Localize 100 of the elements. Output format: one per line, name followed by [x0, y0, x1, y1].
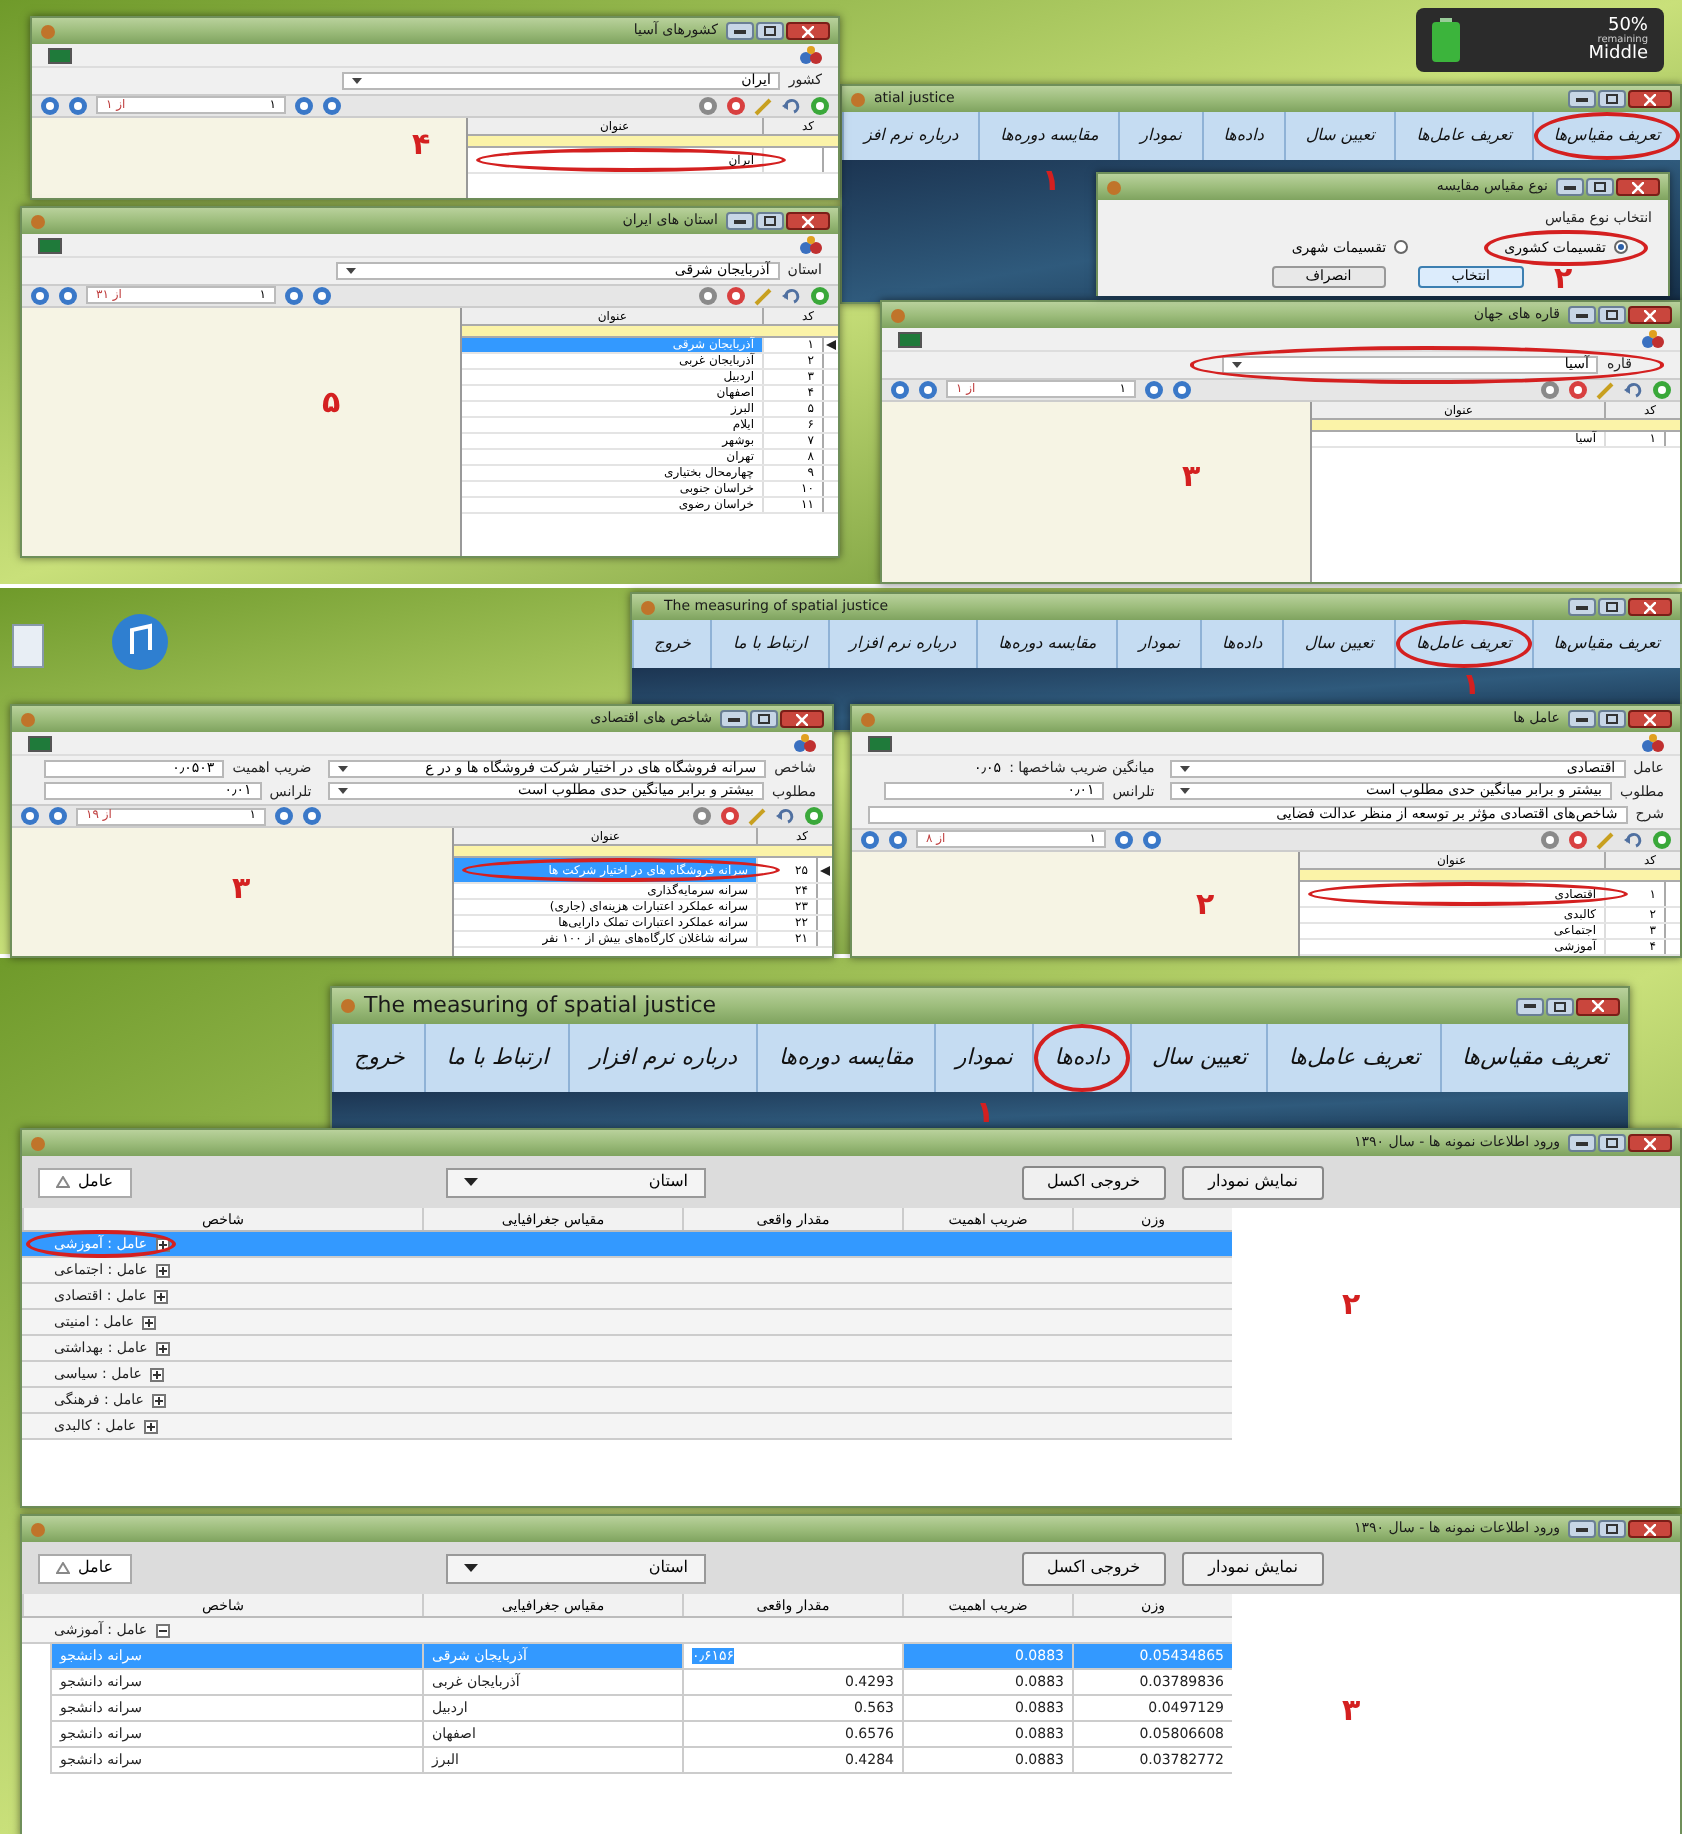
minimize-button[interactable]: [1568, 90, 1596, 108]
radio-button[interactable]: [1614, 240, 1628, 255]
menu-item[interactable]: داده‌ها: [1032, 1024, 1130, 1092]
collapse-icon[interactable]: [155, 1623, 170, 1637]
maximize-button[interactable]: [756, 22, 784, 40]
menu-item[interactable]: مقایسه دوره‌ها: [756, 1024, 934, 1092]
group-chip[interactable]: عامل: [38, 1553, 132, 1583]
menu-item[interactable]: مقایسه دوره‌ها: [976, 620, 1117, 668]
maximize-button[interactable]: [1598, 598, 1626, 616]
menu-item[interactable]: خروج: [332, 1024, 425, 1092]
maximize-button[interactable]: [1598, 90, 1626, 108]
flag-icon[interactable]: [48, 47, 72, 63]
toolbar-button[interactable]: نمایش نمودار: [1182, 1165, 1324, 1199]
close-button[interactable]: [1616, 178, 1660, 196]
menu-item[interactable]: درباره نرم افزار: [568, 1024, 757, 1092]
window-title: The measuring of spatial justice: [364, 989, 719, 1022]
maximize-icon: [1606, 1138, 1618, 1148]
toolbar-button[interactable]: خروجی اکسل: [1021, 1165, 1167, 1199]
menu-item[interactable]: داده‌ها: [1201, 112, 1284, 160]
close-button[interactable]: [1628, 598, 1672, 616]
flag-icon[interactable]: [38, 237, 62, 253]
minimize-button[interactable]: [726, 22, 754, 40]
menu-item[interactable]: ارتباط با ما: [710, 620, 828, 668]
menu-item[interactable]: تعریف عامل‌ها: [1266, 1024, 1440, 1092]
menu-item[interactable]: نمودار: [1116, 620, 1200, 668]
maximize-button[interactable]: [1598, 306, 1626, 324]
close-button[interactable]: [1576, 997, 1620, 1015]
minimize-button[interactable]: [720, 710, 748, 728]
minimize-button[interactable]: [1568, 710, 1596, 728]
minimize-button[interactable]: [726, 212, 754, 230]
close-button[interactable]: [1628, 710, 1672, 728]
expand-icon[interactable]: [142, 1315, 157, 1329]
expand-icon[interactable]: [155, 1341, 170, 1355]
annotation-number: ۳: [1342, 1696, 1361, 1726]
pencil-icon: [1596, 829, 1616, 849]
caret-icon: [464, 1564, 479, 1572]
menu-item[interactable]: تعریف عامل‌ها: [1393, 620, 1532, 668]
menu-item[interactable]: درباره نرم افزار: [827, 620, 977, 668]
maximize-button[interactable]: [1598, 1134, 1626, 1152]
caret-icon: [337, 788, 348, 795]
close-button[interactable]: [780, 710, 824, 728]
close-button[interactable]: [786, 212, 830, 230]
menu-item[interactable]: ارتباط با ما: [424, 1024, 569, 1092]
minimize-button[interactable]: [1568, 1134, 1596, 1152]
menu-item[interactable]: نمودار: [1118, 112, 1202, 160]
undo-button[interactable]: [782, 285, 802, 305]
menu-item[interactable]: تعیین سال: [1282, 620, 1394, 668]
menu-item[interactable]: نمودار: [933, 1024, 1033, 1092]
expand-icon[interactable]: [154, 1289, 169, 1303]
flag-icon[interactable]: [898, 331, 922, 347]
maximize-button[interactable]: [1598, 710, 1626, 728]
menu-item[interactable]: تعیین سال: [1129, 1024, 1267, 1092]
close-icon: [1644, 93, 1656, 105]
radio-button[interactable]: [1394, 240, 1409, 255]
expand-icon[interactable]: [149, 1367, 164, 1381]
menu-item[interactable]: خروج: [631, 620, 711, 668]
maximize-button[interactable]: [1586, 178, 1614, 196]
caret-icon: [352, 77, 363, 84]
flag-icon[interactable]: [28, 735, 52, 751]
expand-icon[interactable]: [151, 1393, 166, 1407]
menu-item[interactable]: تعریف مقیاس‌ها: [1531, 112, 1680, 160]
menu-item[interactable]: مقایسه دوره‌ها: [978, 112, 1119, 160]
annotation-number: ۳: [232, 874, 251, 904]
maximize-button[interactable]: [756, 212, 784, 230]
maximize-button[interactable]: [1598, 1520, 1626, 1538]
menu-item[interactable]: تعیین سال: [1283, 112, 1395, 160]
toolbar-button[interactable]: خروجی اکسل: [1021, 1551, 1167, 1585]
current-row-icon: [820, 865, 830, 875]
province-dropdown[interactable]: استان: [446, 1553, 707, 1583]
close-button[interactable]: [1628, 1520, 1672, 1538]
close-icon: [1644, 1523, 1656, 1535]
menu-item[interactable]: تعریف مقیاس‌ها: [1531, 620, 1680, 668]
menu-item[interactable]: درباره نرم افز: [841, 112, 979, 160]
province-dropdown[interactable]: استان: [446, 1167, 707, 1197]
menu-item[interactable]: تعریف عامل‌ها: [1394, 112, 1532, 160]
maximize-button[interactable]: [750, 710, 778, 728]
file-icon: [12, 624, 44, 668]
minimize-button[interactable]: [1568, 598, 1596, 616]
undo-button[interactable]: [782, 95, 802, 115]
maximize-button[interactable]: [1546, 997, 1574, 1015]
undo-button[interactable]: [1624, 829, 1644, 849]
undo-button[interactable]: [1624, 379, 1644, 399]
close-button[interactable]: [1628, 90, 1672, 108]
expand-icon[interactable]: [155, 1263, 170, 1277]
toolbar-button[interactable]: نمایش نمودار: [1182, 1551, 1324, 1585]
undo-button[interactable]: [776, 806, 796, 826]
flag-icon[interactable]: [868, 735, 892, 751]
minimize-button[interactable]: [1568, 1520, 1596, 1538]
menu-item[interactable]: تعریف مقیاس‌ها: [1439, 1024, 1628, 1092]
close-button[interactable]: [1628, 1134, 1672, 1152]
expand-icon[interactable]: [155, 1237, 170, 1251]
minimize-icon: [1576, 1527, 1588, 1531]
close-button[interactable]: [1628, 306, 1672, 324]
group-chip[interactable]: عامل: [38, 1167, 132, 1197]
close-button[interactable]: [786, 22, 830, 40]
expand-icon[interactable]: [144, 1419, 159, 1433]
minimize-button[interactable]: [1556, 178, 1584, 196]
minimize-button[interactable]: [1568, 306, 1596, 324]
minimize-button[interactable]: [1516, 997, 1544, 1015]
menu-item[interactable]: داده‌ها: [1200, 620, 1283, 668]
